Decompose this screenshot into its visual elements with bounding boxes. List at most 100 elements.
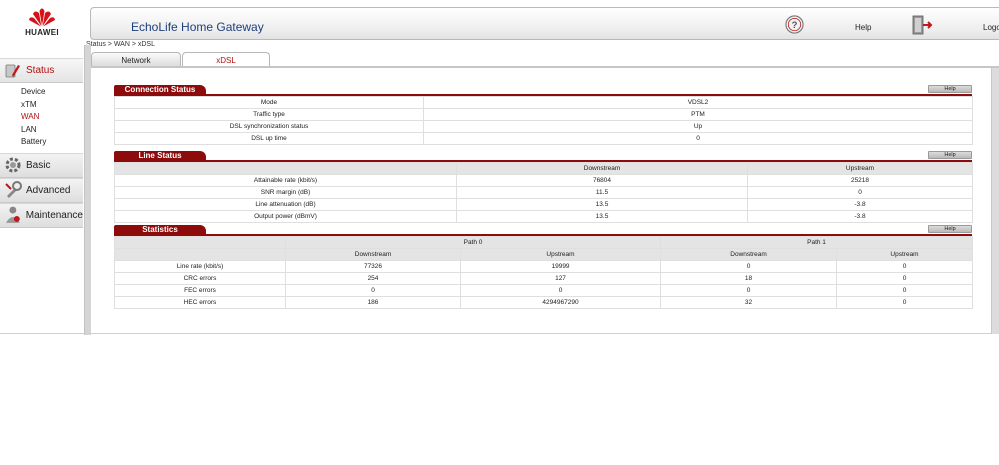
help-icon[interactable]: ? [785,15,804,34]
row-value: 18 [660,272,838,285]
panel-rule [114,94,972,96]
tab-network[interactable]: Network [91,52,181,67]
nav-basic-label: Basic [26,159,51,171]
row-value: 0 [459,284,662,297]
header-cell [114,248,286,261]
sidebar-scrollbar[interactable] [84,45,91,335]
table-row: Line rate (kbit/s) 77326 19999 0 0 [114,260,974,273]
row-value: 25218 [747,174,973,187]
tab-xdsl[interactable]: xDSL [182,52,270,67]
header-cell: Downstream [456,162,748,175]
table-row: Attainable rate (kbit/s) 76804 25218 [114,174,973,187]
panel-rule [114,160,972,162]
nav-item-device[interactable]: Device [21,86,83,99]
connection-status-table: Mode VDSL2 Traffic type PTM DSL synchroniz… [114,96,973,145]
line-status-table: Downstream Upstream Attainable rate (kbi… [114,162,973,223]
nav-maintenance-label: Maintenance [25,209,83,221]
table-header-row: Downstream Upstream Downstream Upstream [114,248,974,261]
row-label: SNR margin (dB) [114,186,457,199]
panel-rule [114,234,972,236]
table-row: Mode VDSL2 [114,96,973,109]
line-status-help-button[interactable]: Help [928,151,972,159]
nav-status[interactable]: Status [0,58,83,83]
header-cell: Downstream [660,248,838,261]
row-label: Attainable rate (kbit/s) [114,174,457,187]
header-cell: Upstream [747,162,973,175]
statistics-panel: Statistics Help Path 0 Path 1 Downstream… [114,225,974,309]
row-value: 0 [423,132,973,145]
brand-name: HUAWEI [25,28,59,37]
line-status-panel: Line Status Help Downstream Upstream Att… [114,151,973,223]
basic-icon [5,157,21,173]
table-row: DSL synchronization status Up [114,120,973,133]
sidebar: Status Device xTM WAN LAN Battery Basic … [0,58,83,334]
table-row: SNR margin (dB) 11.5 0 [114,186,973,199]
row-value: -3.8 [747,198,973,211]
row-label: CRC errors [114,272,286,285]
row-value: 0 [747,186,973,199]
row-value: 19999 [459,260,662,273]
nav-item-wan[interactable]: WAN [21,111,83,124]
row-label: FEC errors [114,284,286,297]
connection-status-help-button[interactable]: Help [928,85,972,93]
row-label: HEC errors [114,296,286,309]
row-value: 77326 [285,260,461,273]
header-cell: Upstream [459,248,662,261]
row-label: DSL synchronization status [114,120,424,133]
table-header-row: Downstream Upstream [114,162,973,175]
table-row: Output power (dBmV) 13.5 -3.8 [114,210,973,223]
divider [91,333,991,334]
row-label: Line attenuation (dB) [114,198,457,211]
row-value: 0 [285,284,461,297]
header-cell [114,236,286,249]
row-value: 0 [836,272,974,285]
help-link[interactable]: Help [855,23,871,32]
table-row: HEC errors 186 4294967290 32 0 [114,296,974,309]
huawei-logo: HUAWEI [0,0,84,44]
connection-status-panel: Connection Status Help Mode VDSL2 Traffic… [114,85,973,145]
header-cell: Path 0 [284,236,662,249]
table-row: Line attenuation (dB) 13.5 -3.8 [114,198,973,211]
maintenance-icon [5,206,20,223]
app-title: EchoLife Home Gateway [131,20,264,34]
breadcrumb: Status > WAN > xDSL [86,41,155,48]
row-value: -3.8 [747,210,973,223]
header-cell [114,162,457,175]
nav-item-lan[interactable]: LAN [21,124,83,137]
row-value: 186 [285,296,461,309]
top-header: EchoLife Home Gateway ? Help Logout [90,7,999,40]
table-row: CRC errors 254 127 18 0 [114,272,974,285]
row-value: 127 [459,272,662,285]
status-icon [5,64,20,77]
row-value: 0 [836,284,974,297]
header-cell: Upstream [836,248,974,261]
statistics-help-button[interactable]: Help [928,225,972,233]
row-value: 0 [660,284,838,297]
advanced-icon [5,181,22,198]
huawei-petals-icon [29,8,55,27]
nav-status-label: Status [26,65,55,76]
row-value: VDSL2 [423,96,973,109]
nav-item-xtm[interactable]: xTM [21,99,83,112]
row-value: 11.5 [456,186,748,199]
row-label: Line rate (kbit/s) [114,260,286,273]
nav-basic[interactable]: Basic [0,152,83,178]
row-value: 13.5 [456,198,748,211]
nav-advanced[interactable]: Advanced [0,177,83,203]
row-label: Output power (dBmV) [114,210,457,223]
row-value: PTM [423,108,973,121]
nav-maintenance[interactable]: Maintenance [0,202,83,228]
nav-item-battery[interactable]: Battery [21,136,83,149]
row-value: 4294967290 [459,296,662,309]
header-cell: Downstream [285,248,461,261]
content-scrollbar[interactable] [991,68,999,334]
row-value: 254 [285,272,461,285]
svg-text:?: ? [792,20,798,31]
tab-underline [91,66,999,68]
logout-link[interactable]: Logout [983,23,999,32]
logout-icon[interactable] [911,15,933,35]
nav-advanced-label: Advanced [26,184,71,196]
row-value: 76804 [456,174,748,187]
row-value: 13.5 [456,210,748,223]
row-value: 0 [836,260,974,273]
